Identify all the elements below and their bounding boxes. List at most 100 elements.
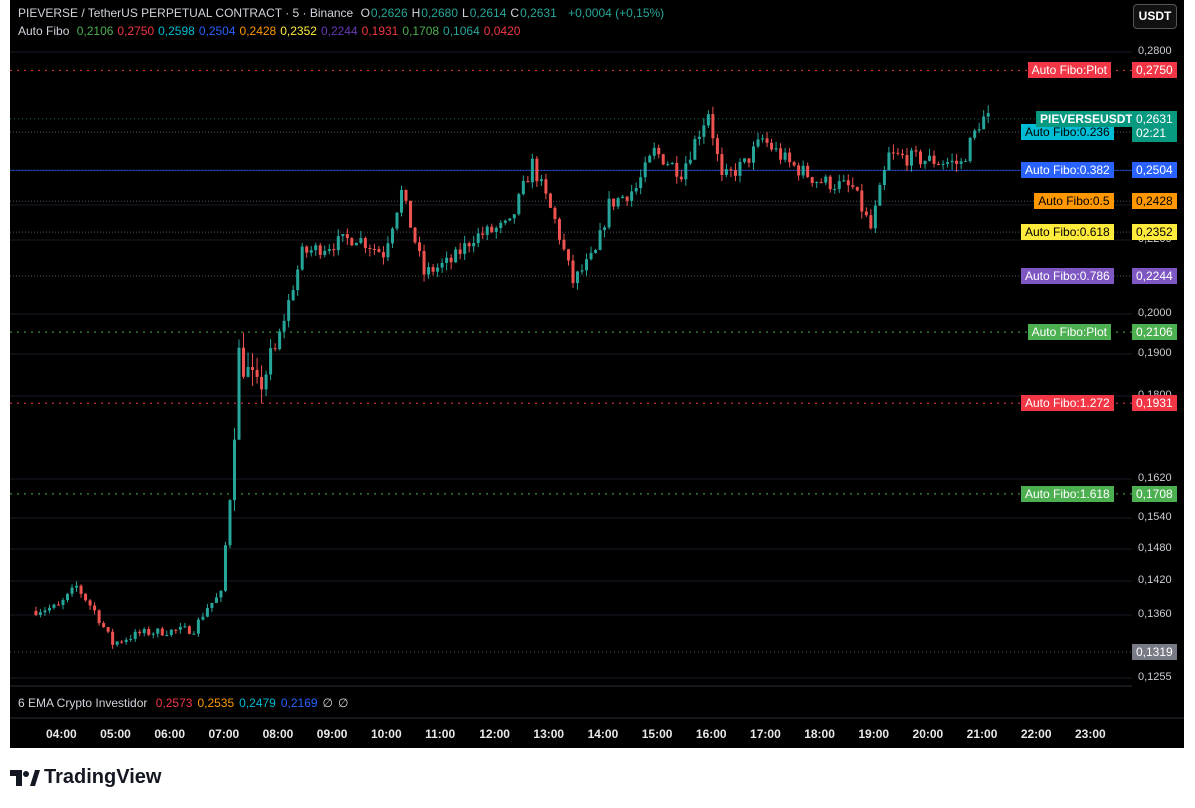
candle-body[interactable] bbox=[873, 205, 877, 229]
candle-body[interactable] bbox=[183, 626, 187, 628]
candle-body[interactable] bbox=[228, 500, 232, 546]
candle-body[interactable] bbox=[278, 331, 282, 350]
candle-body[interactable] bbox=[323, 250, 327, 255]
candle-body[interactable] bbox=[657, 147, 661, 155]
candle-body[interactable] bbox=[621, 196, 625, 199]
candle-body[interactable] bbox=[120, 641, 124, 643]
candle-body[interactable] bbox=[521, 181, 525, 195]
candle-body[interactable] bbox=[589, 252, 593, 260]
candle-body[interactable] bbox=[264, 374, 268, 390]
candle-body[interactable] bbox=[842, 180, 846, 182]
candle-body[interactable] bbox=[449, 257, 453, 263]
candle-body[interactable] bbox=[381, 252, 385, 258]
candle-body[interactable] bbox=[111, 631, 115, 645]
candle-body[interactable] bbox=[955, 160, 959, 164]
current-price-symbol[interactable]: PIEVERSEUSDT.P bbox=[1036, 110, 1147, 127]
candle-body[interactable] bbox=[580, 270, 584, 272]
candle-body[interactable] bbox=[386, 243, 390, 258]
candle-body[interactable] bbox=[499, 222, 503, 228]
candle-body[interactable] bbox=[404, 189, 408, 201]
candle-body[interactable] bbox=[336, 236, 340, 251]
candle-body[interactable] bbox=[75, 585, 79, 588]
candle-body[interactable] bbox=[607, 198, 611, 228]
candle-body[interactable] bbox=[553, 207, 557, 219]
candle-body[interactable] bbox=[260, 376, 264, 390]
candle-body[interactable] bbox=[914, 150, 918, 152]
candle-body[interactable] bbox=[327, 249, 331, 251]
candle-body[interactable] bbox=[61, 600, 65, 605]
candle-body[interactable] bbox=[454, 249, 458, 263]
candle-body[interactable] bbox=[142, 629, 146, 634]
candle-body[interactable] bbox=[891, 152, 895, 154]
candle-body[interactable] bbox=[436, 267, 440, 272]
candle-body[interactable] bbox=[160, 628, 164, 636]
candle-body[interactable] bbox=[878, 185, 882, 206]
candle-body[interactable] bbox=[937, 163, 941, 165]
candle-body[interactable] bbox=[187, 626, 191, 634]
candle-body[interactable] bbox=[833, 188, 837, 190]
candle-body[interactable] bbox=[770, 142, 774, 150]
candle-body[interactable] bbox=[174, 629, 178, 631]
candle-body[interactable] bbox=[774, 148, 778, 150]
candle-body[interactable] bbox=[539, 179, 543, 182]
candle-body[interactable] bbox=[305, 246, 309, 253]
candle-body[interactable] bbox=[928, 155, 932, 161]
candle-body[interactable] bbox=[923, 160, 927, 165]
candle-body[interactable] bbox=[413, 227, 417, 243]
candle-body[interactable] bbox=[679, 176, 683, 180]
candle-body[interactable] bbox=[133, 631, 137, 640]
candle-body[interactable] bbox=[742, 158, 746, 162]
candle-body[interactable] bbox=[946, 162, 950, 164]
candle-body[interactable] bbox=[566, 249, 570, 261]
candle-body[interactable] bbox=[548, 193, 552, 208]
candle-body[interactable] bbox=[517, 194, 521, 215]
candle-body[interactable] bbox=[675, 162, 679, 177]
candle-body[interactable] bbox=[756, 139, 760, 147]
candle-body[interactable] bbox=[715, 138, 719, 155]
candle-body[interactable] bbox=[905, 155, 909, 166]
candle-body[interactable] bbox=[752, 146, 756, 163]
candle-body[interactable] bbox=[869, 215, 873, 229]
candle-body[interactable] bbox=[797, 165, 801, 176]
candle-body[interactable] bbox=[594, 249, 598, 253]
candle-body[interactable] bbox=[445, 257, 449, 263]
candle-body[interactable] bbox=[819, 182, 823, 184]
candle-body[interactable] bbox=[359, 238, 363, 243]
candle-body[interactable] bbox=[214, 597, 218, 603]
candle-body[interactable] bbox=[196, 619, 200, 634]
candle-body[interactable] bbox=[463, 243, 467, 254]
candle-body[interactable] bbox=[318, 245, 322, 255]
candle-body[interactable] bbox=[702, 125, 706, 137]
indicator-name[interactable]: Auto Fibo bbox=[18, 24, 69, 38]
candle-body[interactable] bbox=[503, 220, 507, 223]
candle-body[interactable] bbox=[648, 155, 652, 163]
candle-body[interactable] bbox=[169, 629, 173, 636]
candle-body[interactable] bbox=[733, 170, 737, 176]
candle-body[interactable] bbox=[93, 605, 97, 611]
candle-body[interactable] bbox=[223, 545, 227, 591]
candle-body[interactable] bbox=[79, 585, 83, 594]
candle-body[interactable] bbox=[409, 200, 413, 228]
candle-body[interactable] bbox=[801, 165, 805, 176]
tradingview-logo[interactable]: TradingView bbox=[10, 766, 161, 789]
candle-body[interactable] bbox=[576, 271, 579, 284]
candle-body[interactable] bbox=[156, 628, 160, 634]
candle-body[interactable] bbox=[390, 228, 394, 244]
candle-body[interactable] bbox=[724, 169, 728, 175]
candle-body[interactable] bbox=[34, 610, 38, 615]
candle-body[interactable] bbox=[806, 165, 810, 178]
candle-body[interactable] bbox=[986, 113, 990, 117]
candle-body[interactable] bbox=[973, 130, 977, 138]
candle-body[interactable] bbox=[779, 148, 783, 160]
candle-body[interactable] bbox=[964, 161, 968, 163]
candle-body[interactable] bbox=[372, 248, 376, 250]
candle-body[interactable] bbox=[38, 612, 42, 615]
candle-body[interactable] bbox=[950, 160, 954, 163]
candle-body[interactable] bbox=[670, 162, 674, 165]
candle-body[interactable] bbox=[860, 190, 864, 212]
candle-body[interactable] bbox=[837, 181, 841, 189]
candle-body[interactable] bbox=[526, 181, 530, 183]
candle-body[interactable] bbox=[512, 214, 516, 219]
candle-body[interactable] bbox=[544, 179, 548, 194]
candle-body[interactable] bbox=[219, 590, 223, 598]
